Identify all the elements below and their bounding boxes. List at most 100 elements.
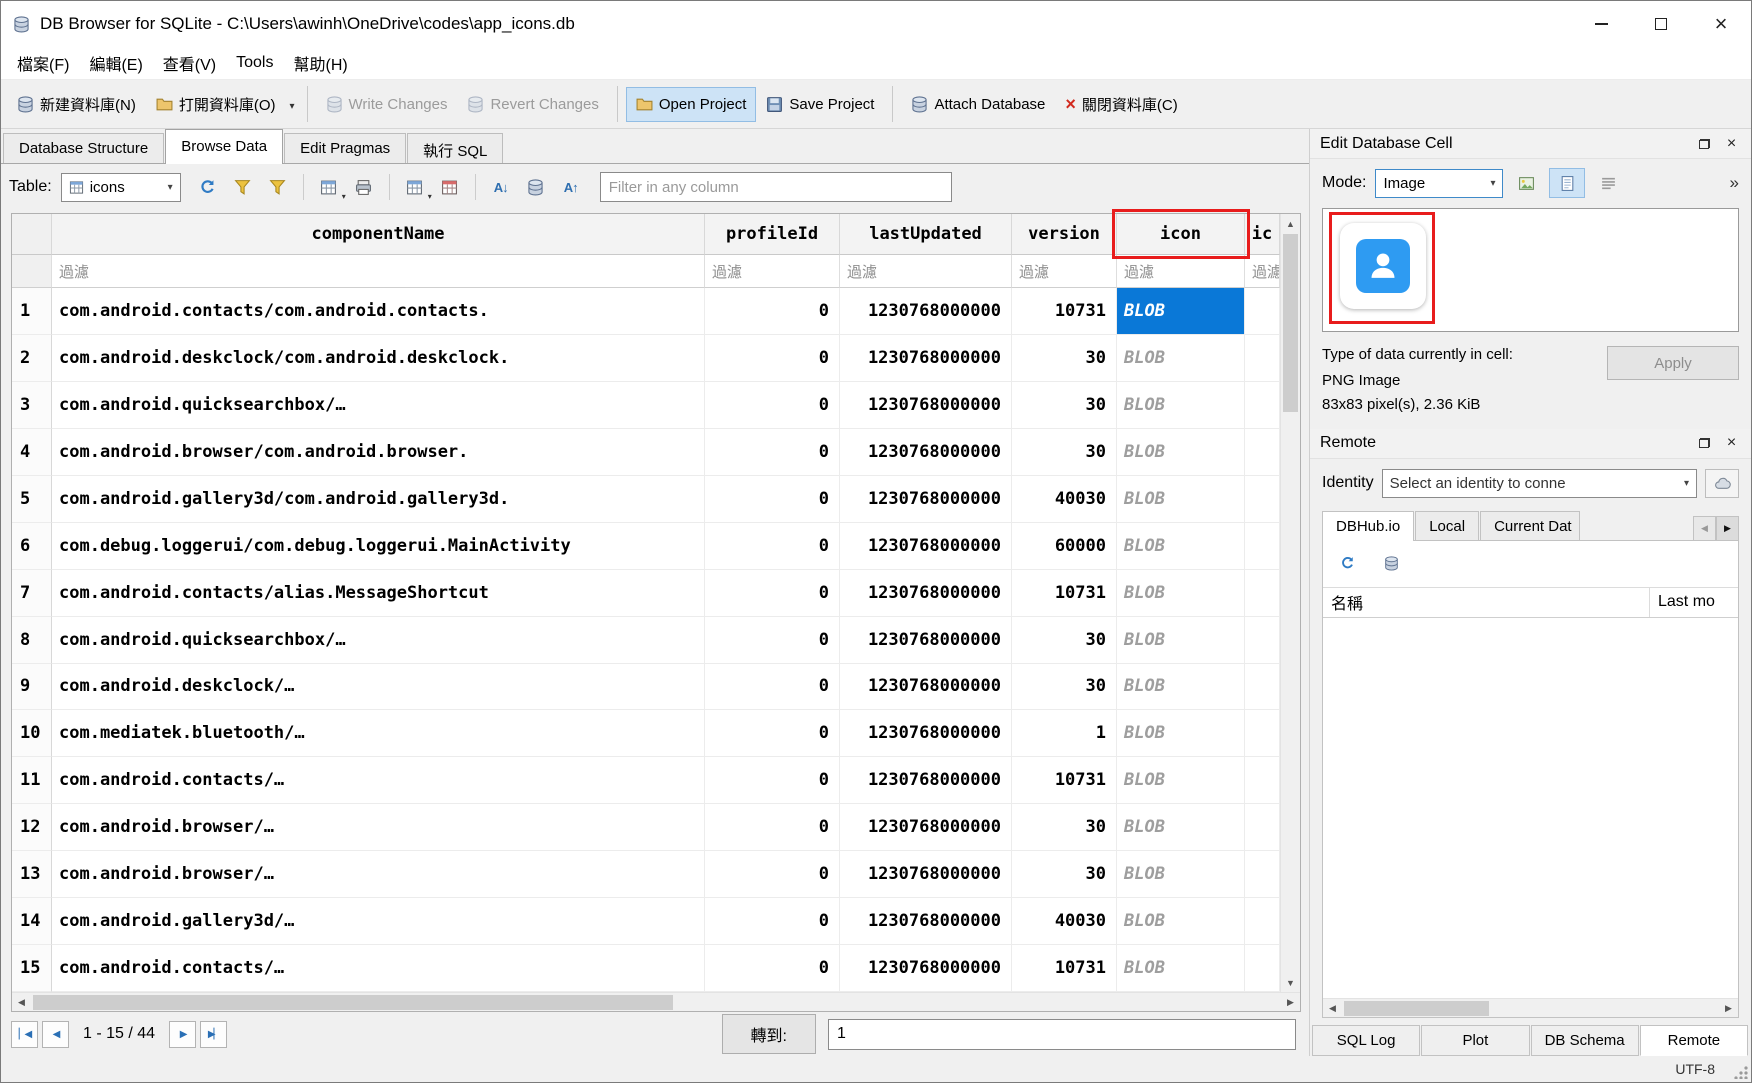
cell-version[interactable]: 30 — [1012, 851, 1117, 898]
cell-profileId[interactable]: 0 — [705, 945, 840, 992]
cell-version[interactable]: 60000 — [1012, 523, 1117, 570]
column-header-componentName[interactable]: componentName — [52, 214, 705, 255]
tab-edit-pragmas[interactable]: Edit Pragmas — [284, 133, 406, 164]
cell-icon-blob[interactable]: BLOB — [1117, 288, 1245, 335]
scrollbar-thumb[interactable] — [33, 995, 673, 1010]
cell-clipped[interactable] — [1245, 617, 1280, 664]
row-number[interactable]: 13 — [12, 851, 52, 898]
cell-clipped[interactable] — [1245, 710, 1280, 757]
cell-lastUpdated[interactable]: 1230768000000 — [840, 335, 1012, 382]
filter-lastUpdated[interactable]: 過濾 — [840, 255, 1012, 288]
cell-clipped[interactable] — [1245, 429, 1280, 476]
cell-componentName[interactable]: com.android.deskclock/com.android.deskcl… — [52, 335, 705, 382]
write-changes-button[interactable]: Write Changes — [316, 87, 458, 122]
goto-button[interactable]: 轉到: — [722, 1014, 816, 1054]
cell-componentName[interactable]: com.android.gallery3d/… — [52, 898, 705, 945]
scroll-right-icon[interactable]: ▶ — [1719, 999, 1738, 1017]
cell-icon-blob[interactable]: BLOB — [1117, 523, 1245, 570]
cell-componentName[interactable]: com.android.gallery3d/com.android.galler… — [52, 476, 705, 523]
first-record-button[interactable]: ▏◀ — [11, 1021, 38, 1048]
minimize-button[interactable] — [1571, 1, 1631, 47]
cell-icon-blob[interactable]: BLOB — [1117, 804, 1245, 851]
filter-clipped[interactable]: 過濾 — [1245, 255, 1280, 288]
row-number[interactable]: 10 — [12, 710, 52, 757]
cell-componentName[interactable]: com.android.contacts/… — [52, 945, 705, 992]
menu-help[interactable]: 幫助(H) — [283, 46, 357, 80]
cell-version[interactable]: 40030 — [1012, 898, 1117, 945]
scroll-right-icon[interactable]: ▶ — [1281, 993, 1300, 1011]
row-number[interactable]: 11 — [12, 757, 52, 804]
cell-version[interactable]: 1 — [1012, 710, 1117, 757]
cell-clipped[interactable] — [1245, 523, 1280, 570]
cell-version[interactable]: 30 — [1012, 382, 1117, 429]
open-database-button[interactable]: 打開資料庫(O) — [146, 85, 286, 124]
vertical-scrollbar[interactable]: ▲ ▼ — [1280, 214, 1300, 992]
menu-file[interactable]: 檔案(F) — [7, 46, 79, 80]
mode-select[interactable]: Image ▾ — [1375, 169, 1503, 198]
menu-edit[interactable]: 編輯(E) — [79, 46, 152, 80]
cell-version[interactable]: 30 — [1012, 335, 1117, 382]
cell-clipped[interactable] — [1245, 335, 1280, 382]
cell-icon-blob[interactable]: BLOB — [1117, 757, 1245, 804]
import-data-button[interactable] — [1508, 168, 1544, 198]
cell-profileId[interactable]: 0 — [705, 617, 840, 664]
table-select[interactable]: icons ▾ — [61, 173, 181, 202]
cell-profileId[interactable]: 0 — [705, 804, 840, 851]
refresh-remote-button[interactable] — [1331, 548, 1363, 580]
remote-horizontal-scrollbar[interactable]: ◀ ▶ — [1323, 998, 1738, 1017]
cell-componentName[interactable]: com.android.contacts/com.android.contact… — [52, 288, 705, 335]
column-header-profileId[interactable]: profileId — [705, 214, 840, 255]
cell-lastUpdated[interactable]: 1230768000000 — [840, 945, 1012, 992]
tab-db-schema[interactable]: DB Schema — [1531, 1025, 1639, 1056]
cell-lastUpdated[interactable]: 1230768000000 — [840, 898, 1012, 945]
remote-column-last-modified[interactable]: Last mo — [1650, 588, 1738, 617]
cell-profileId[interactable]: 0 — [705, 664, 840, 711]
print-button[interactable] — [348, 171, 380, 203]
tab-browse-data[interactable]: Browse Data — [165, 129, 283, 164]
cell-clipped[interactable] — [1245, 664, 1280, 711]
cell-icon-blob[interactable]: BLOB — [1117, 664, 1245, 711]
last-record-button[interactable]: ▶▏ — [200, 1021, 227, 1048]
row-number[interactable]: 2 — [12, 335, 52, 382]
cell-icon-blob[interactable]: BLOB — [1117, 898, 1245, 945]
column-header-lastUpdated[interactable]: lastUpdated — [840, 214, 1012, 255]
filter-icon[interactable]: 過濾 — [1117, 255, 1245, 288]
close-panel-button[interactable]: × — [1718, 132, 1745, 156]
refresh-button[interactable] — [192, 171, 224, 203]
open-project-button[interactable]: Open Project — [626, 87, 757, 122]
cell-profileId[interactable]: 0 — [705, 898, 840, 945]
cell-lastUpdated[interactable]: 1230768000000 — [840, 617, 1012, 664]
cell-componentName[interactable]: com.android.quicksearchbox/… — [52, 382, 705, 429]
grid-corner-cell[interactable] — [12, 214, 52, 255]
cell-componentName[interactable]: com.android.browser/com.android.browser. — [52, 429, 705, 476]
tab-scroll-left-button[interactable]: ◀ — [1693, 516, 1716, 541]
cell-clipped[interactable] — [1245, 476, 1280, 523]
row-number[interactable]: 3 — [12, 382, 52, 429]
cell-clipped[interactable] — [1245, 288, 1280, 335]
tab-database-structure[interactable]: Database Structure — [3, 133, 164, 164]
cell-profileId[interactable]: 0 — [705, 523, 840, 570]
close-button[interactable]: × — [1691, 1, 1751, 47]
tab-dbhub[interactable]: DBHub.io — [1322, 511, 1414, 541]
tab-current-database[interactable]: Current Dat — [1480, 511, 1580, 541]
menu-tools[interactable]: Tools — [226, 49, 283, 77]
clone-database-button[interactable] — [1375, 548, 1407, 580]
cell-componentName[interactable]: com.android.browser/… — [52, 804, 705, 851]
word-wrap-button[interactable] — [1590, 168, 1626, 198]
cell-version[interactable]: 10731 — [1012, 757, 1117, 804]
save-project-button[interactable]: Save Project — [756, 87, 884, 122]
row-number[interactable]: 7 — [12, 570, 52, 617]
cell-clipped[interactable] — [1245, 570, 1280, 617]
cell-profileId[interactable]: 0 — [705, 429, 840, 476]
row-number[interactable]: 8 — [12, 617, 52, 664]
resize-grip[interactable] — [1734, 1065, 1748, 1079]
new-database-button[interactable]: 新建資料庫(N) — [7, 85, 146, 124]
cell-lastUpdated[interactable]: 1230768000000 — [840, 710, 1012, 757]
save-record-button[interactable] — [520, 171, 552, 203]
cell-profileId[interactable]: 0 — [705, 382, 840, 429]
scrollbar-thumb[interactable] — [1283, 234, 1298, 412]
cell-icon-blob[interactable]: BLOB — [1117, 710, 1245, 757]
horizontal-scrollbar[interactable]: ◀ ▶ — [12, 992, 1300, 1011]
scrollbar-thumb[interactable] — [1344, 1001, 1489, 1016]
row-number[interactable]: 12 — [12, 804, 52, 851]
